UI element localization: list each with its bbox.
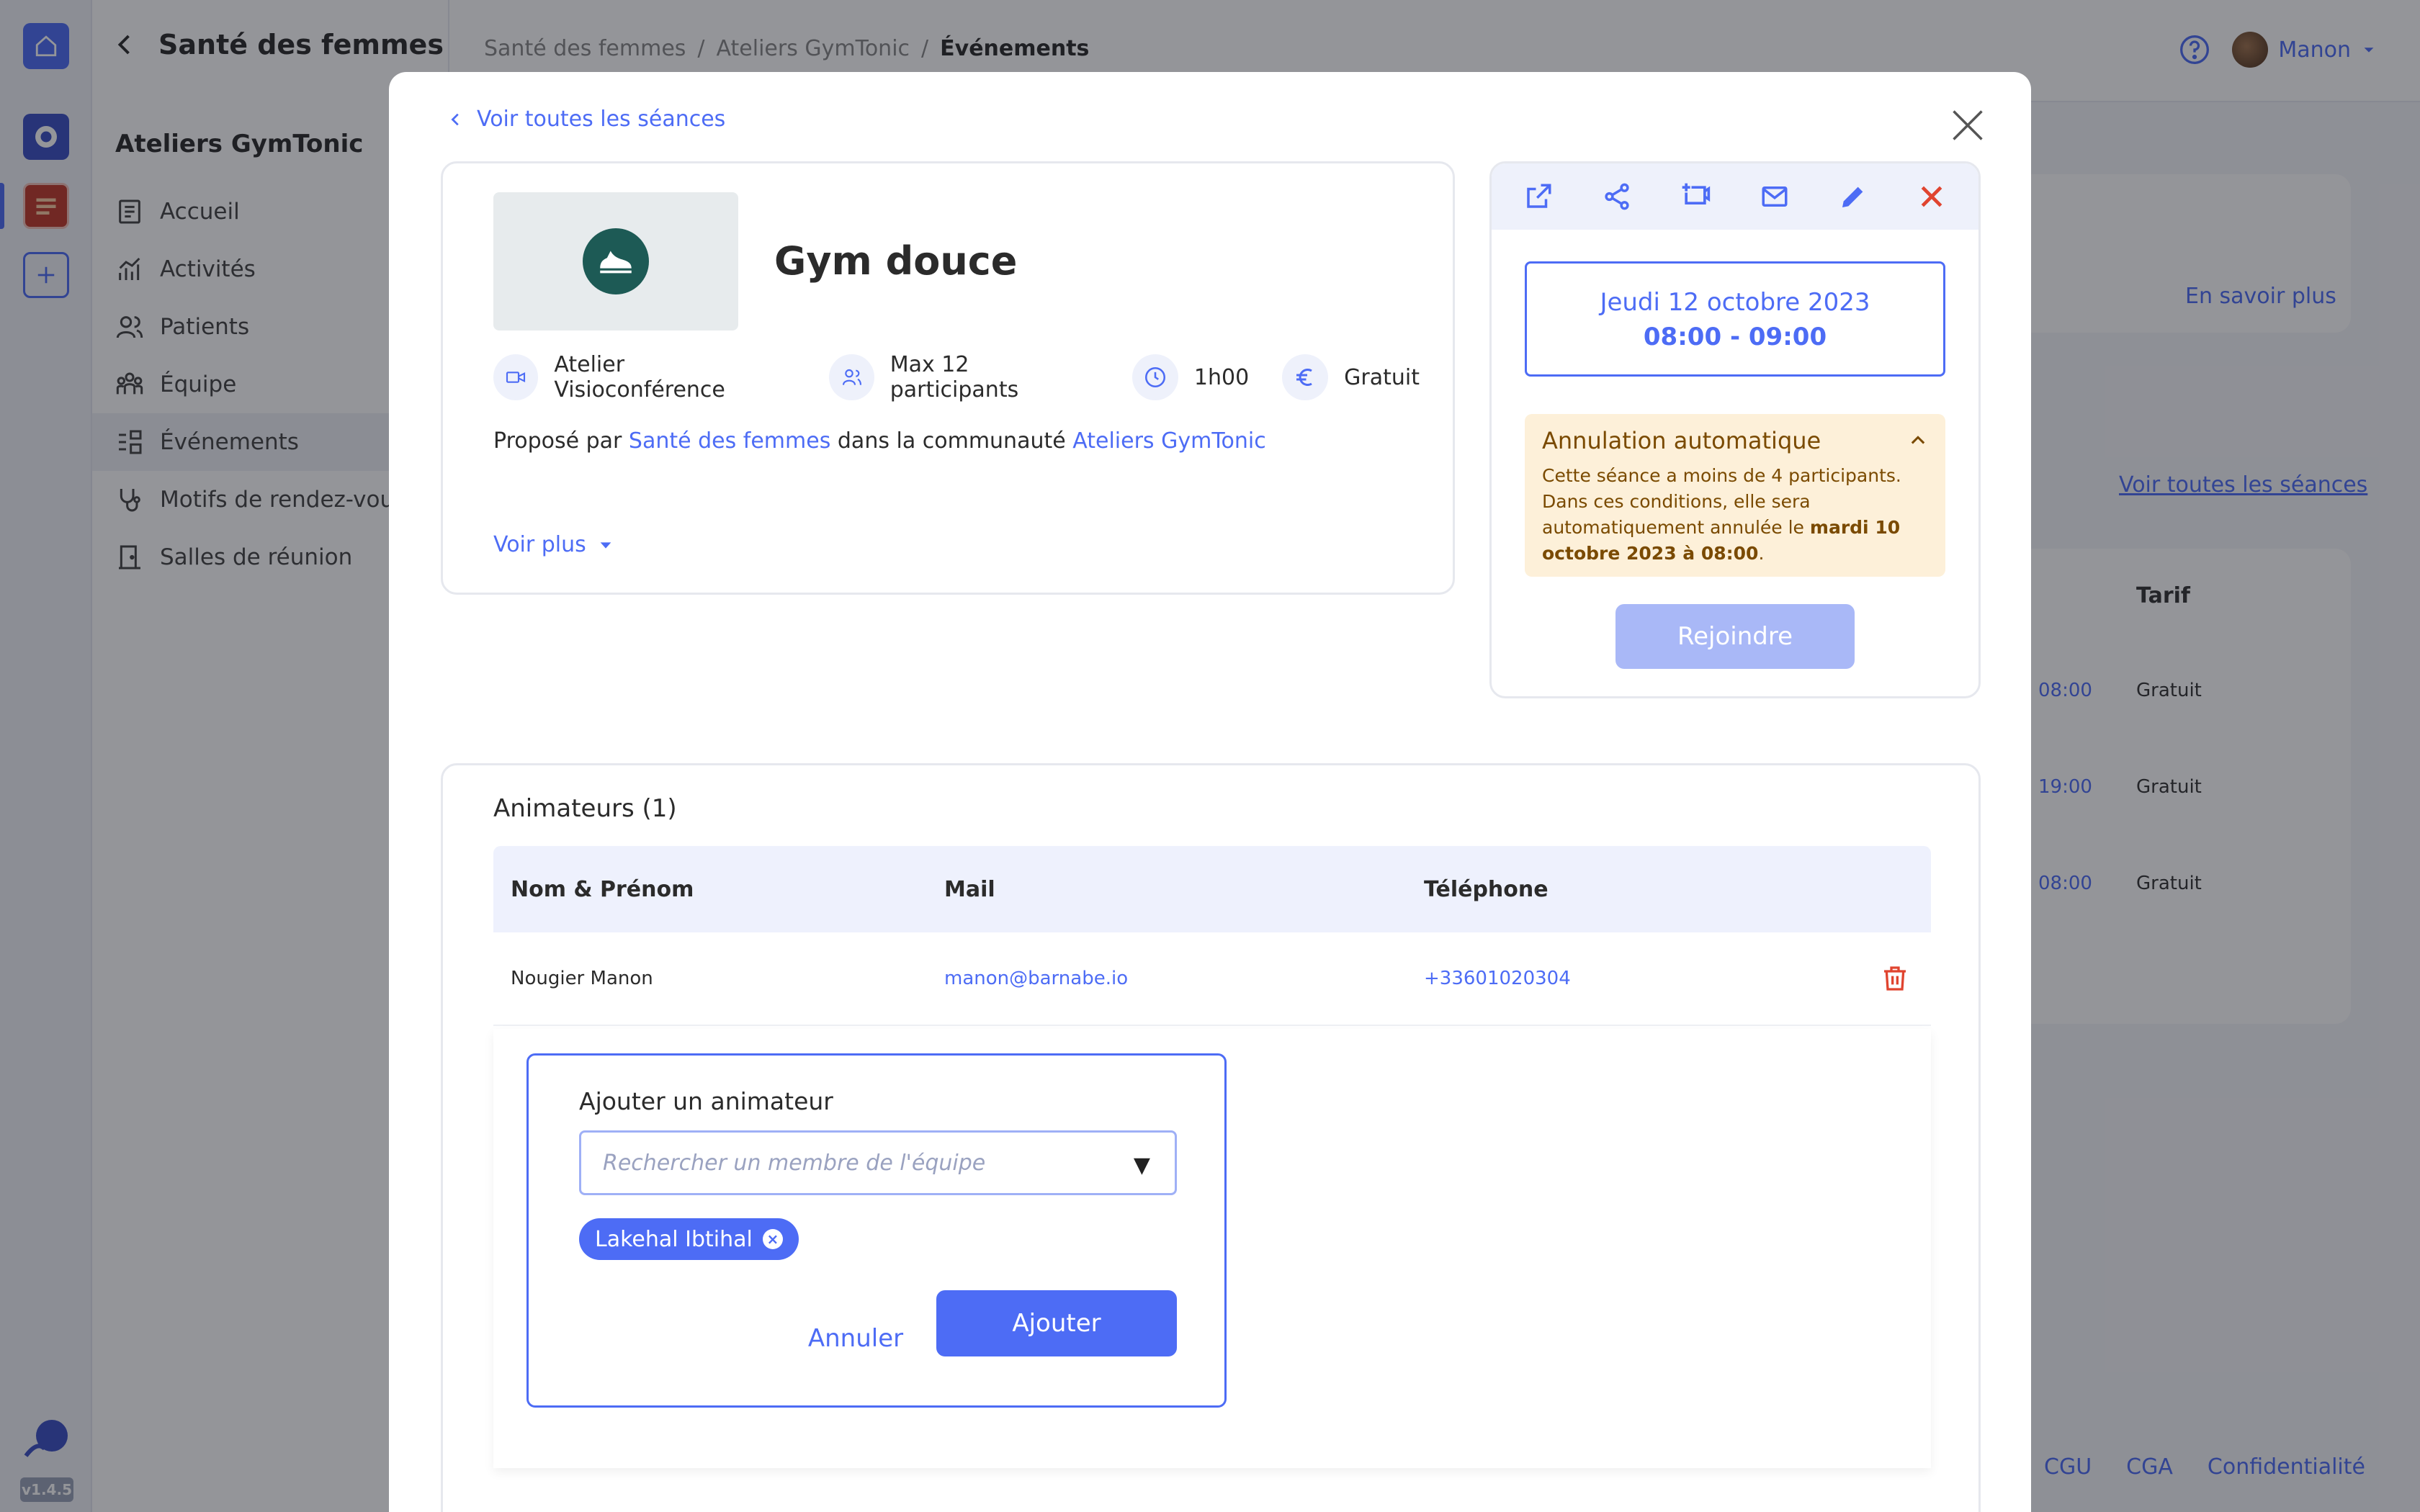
- event-capacity: Max 12 participants: [829, 352, 1099, 402]
- caret-down-icon: [600, 541, 611, 549]
- meta-icon-wrapper: [829, 354, 874, 400]
- warning-end: .: [1758, 543, 1765, 564]
- close-icon: [1921, 186, 1942, 207]
- delete-animator-button[interactable]: [1859, 964, 1931, 993]
- external-link-icon: [1526, 184, 1551, 208]
- session-date: Jeudi 12 octobre 2023: [1600, 288, 1870, 317]
- cancel-session-button[interactable]: [1910, 175, 1953, 218]
- session-datetime: Jeudi 12 octobre 2023 08:00 - 09:00: [1525, 261, 1945, 377]
- animators-card: Animateurs (1) Nom & Prénom Mail Télépho…: [441, 763, 1981, 1512]
- column-header-name: Nom & Prénom: [511, 876, 694, 902]
- team-member-search-input[interactable]: Rechercher un membre de l'équipe ▼: [579, 1130, 1177, 1195]
- add-animator-form: Ajouter un animateur Rechercher un membr…: [526, 1053, 1227, 1408]
- column-header-phone: Téléphone: [1424, 876, 1549, 902]
- event-price-label: Gratuit: [1344, 364, 1420, 390]
- see-more-toggle[interactable]: Voir plus: [493, 532, 614, 557]
- event-duration: 1h00: [1131, 354, 1250, 400]
- event-summary-card: Gym douce Atelier Visioconférence Max 12…: [441, 161, 1455, 595]
- event-capacity-label: Max 12 participants: [889, 352, 1019, 402]
- back-to-sessions-link[interactable]: Voir toutes les séances: [448, 107, 725, 132]
- email-button[interactable]: [1753, 175, 1796, 218]
- animator-mail[interactable]: manon@barnabe.io: [927, 968, 1407, 989]
- join-button[interactable]: Rejoindre: [1615, 604, 1855, 669]
- search-placeholder: Rechercher un membre de l'équipe: [603, 1150, 986, 1176]
- warning-body: Cette séance a moins de 4 participants. …: [1542, 463, 1928, 567]
- meta-icon-wrapper: [1131, 354, 1178, 400]
- edit-button[interactable]: [1832, 175, 1875, 218]
- community-link[interactable]: Ateliers GymTonic: [1072, 428, 1266, 454]
- open-external-button[interactable]: [1517, 175, 1560, 218]
- euro-icon: [1296, 369, 1312, 386]
- event-session-modal: Voir toutes les séances Gym douce Atelie…: [389, 72, 2031, 1512]
- close-icon: [1953, 110, 1983, 140]
- meta-icon-wrapper: [1282, 354, 1329, 400]
- event-meta: Atelier Visioconférence Max 12 participa…: [493, 352, 1453, 402]
- chevron-up-icon: [1911, 436, 1925, 444]
- meta-icon-wrapper: [493, 354, 539, 400]
- animators-title: Animateurs (1): [493, 794, 677, 823]
- sneaker-icon: [600, 251, 632, 274]
- session-time: 08:00 - 09:00: [1643, 323, 1827, 351]
- auto-cancel-warning: Annulation automatique Cette séance a mo…: [1525, 414, 1945, 577]
- warning-title: Annulation automatique: [1542, 427, 1821, 454]
- mail-icon: [1762, 186, 1788, 207]
- calendar-plus-icon: [1682, 183, 1711, 204]
- video-icon: [506, 372, 526, 383]
- participants-icon: [842, 369, 861, 385]
- organizer-prefix: Proposé par: [493, 428, 622, 454]
- clock-icon: [1144, 366, 1165, 388]
- animators-table: Nom & Prénom Mail Téléphone Nougier Mano…: [493, 846, 1931, 1026]
- add-animator-title: Ajouter un animateur: [579, 1087, 833, 1115]
- event-thumbnail-badge: [583, 228, 649, 294]
- chip-label: Lakehal Ibtihal: [595, 1226, 753, 1252]
- trash-icon: [1884, 966, 1906, 991]
- event-type: Atelier Visioconférence: [493, 352, 796, 402]
- table-row: Nougier Manon manon@barnabe.io +33601020…: [493, 932, 1931, 1026]
- cancel-button[interactable]: Annuler: [805, 1306, 906, 1371]
- event-thumbnail: [493, 192, 738, 330]
- share-icon: [1605, 183, 1629, 210]
- warning-header[interactable]: Annulation automatique: [1542, 427, 1928, 454]
- column-header-mail: Mail: [944, 876, 995, 902]
- share-button[interactable]: [1595, 175, 1639, 218]
- chevron-left-icon: [451, 113, 459, 125]
- dropdown-caret-icon: ▼: [1133, 1153, 1150, 1178]
- event-duration-label: 1h00: [1193, 364, 1250, 390]
- event-type-label: Atelier Visioconférence: [554, 352, 725, 402]
- animator-name: Nougier Manon: [511, 968, 653, 989]
- add-animator-button[interactable]: Ajouter: [936, 1290, 1177, 1356]
- duplicate-button[interactable]: [1674, 175, 1717, 218]
- organizer-link[interactable]: Santé des femmes: [629, 428, 830, 454]
- selected-member-chip: Lakehal Ibtihal ×: [579, 1218, 799, 1260]
- organizer-middle: dans la communauté: [837, 428, 1066, 454]
- session-toolbar: [1492, 163, 1978, 230]
- table-header: Nom & Prénom Mail Téléphone: [493, 846, 1931, 932]
- pencil-icon: [1842, 186, 1863, 207]
- event-price: Gratuit: [1282, 354, 1420, 400]
- event-organizer: Proposé par Santé des femmes dans la com…: [493, 428, 1266, 454]
- event-title: Gym douce: [774, 238, 1018, 284]
- animator-phone[interactable]: +33601020304: [1407, 968, 1859, 989]
- session-card: Jeudi 12 octobre 2023 08:00 - 09:00 Annu…: [1489, 161, 1981, 698]
- remove-chip-icon[interactable]: ×: [762, 1229, 783, 1249]
- close-modal-button[interactable]: [1945, 102, 1991, 148]
- see-more-label: Voir plus: [493, 532, 586, 557]
- back-link-label: Voir toutes les séances: [477, 107, 726, 132]
